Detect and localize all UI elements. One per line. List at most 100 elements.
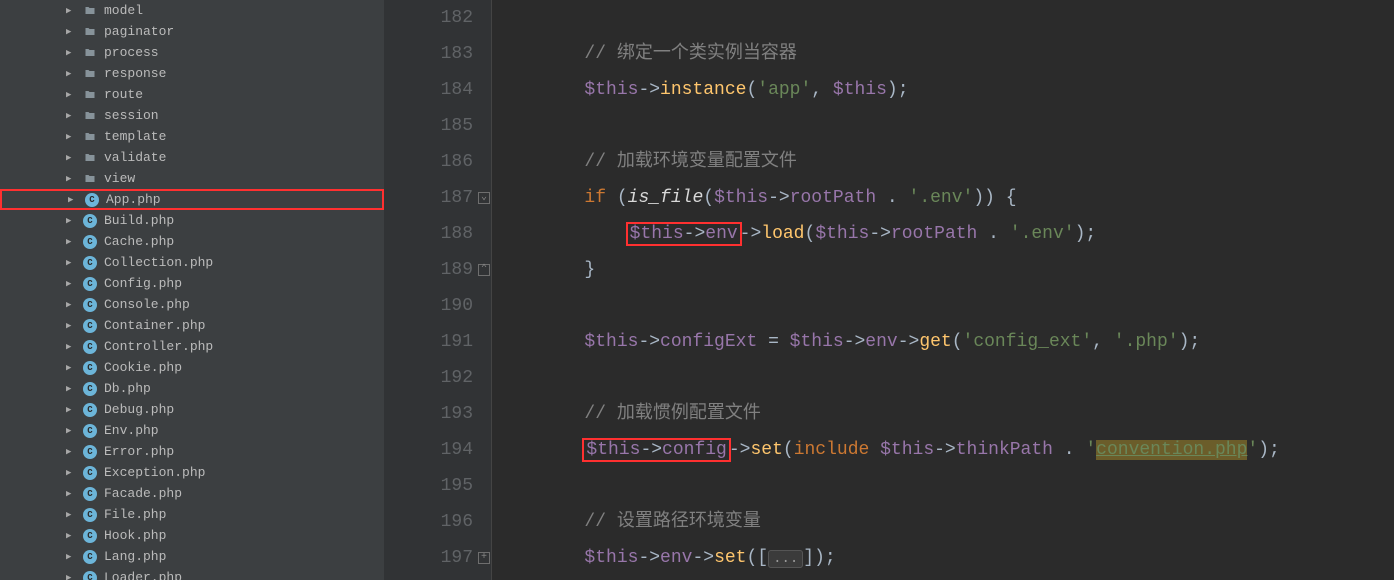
code-token: -> (869, 224, 891, 244)
tree-item-config-php[interactable]: ▶CConfig.php (0, 273, 384, 294)
code-line[interactable] (498, 468, 1394, 504)
tree-item-cache-php[interactable]: ▶CCache.php (0, 231, 384, 252)
line-number[interactable]: 195 (384, 468, 473, 504)
expand-arrow-icon[interactable]: ▶ (66, 321, 76, 331)
expand-arrow-icon[interactable]: ▶ (66, 27, 76, 37)
tree-item-exception-php[interactable]: ▶CException.php (0, 462, 384, 483)
expand-arrow-icon[interactable]: ▶ (66, 69, 76, 79)
code-area[interactable]: // 绑定一个类实例当容器 $this->instance('app', $th… (492, 0, 1394, 580)
tree-item-loader-php[interactable]: ▶CLoader.php (0, 567, 384, 580)
tree-item-validate[interactable]: ▶validate (0, 147, 384, 168)
expand-arrow-icon[interactable]: ▶ (66, 48, 76, 58)
fold-plus-icon[interactable]: + (478, 552, 490, 564)
expand-arrow-icon[interactable]: ▶ (66, 111, 76, 121)
code-line[interactable]: $this->env->load($this->rootPath . '.env… (498, 216, 1394, 252)
expand-arrow-icon[interactable]: ▶ (66, 489, 76, 499)
expand-arrow-icon[interactable]: ▶ (66, 132, 76, 142)
code-line[interactable]: $this->configExt = $this->env->get('conf… (498, 324, 1394, 360)
line-number[interactable]: 193 (384, 396, 473, 432)
tree-item-console-php[interactable]: ▶CConsole.php (0, 294, 384, 315)
tree-item-process[interactable]: ▶process (0, 42, 384, 63)
code-line[interactable] (498, 288, 1394, 324)
expand-arrow-icon[interactable]: ▶ (66, 468, 76, 478)
code-line[interactable]: } (498, 252, 1394, 288)
line-number[interactable]: 192 (384, 360, 473, 396)
code-line[interactable]: $this->config->set(include $this->thinkP… (498, 432, 1394, 468)
expand-arrow-icon[interactable]: ▶ (66, 6, 76, 16)
expand-arrow-icon[interactable]: ▶ (66, 573, 76, 580)
expand-arrow-icon[interactable]: ▶ (66, 510, 76, 520)
line-number[interactable]: 190 (384, 288, 473, 324)
tree-item-env-php[interactable]: ▶CEnv.php (0, 420, 384, 441)
expand-arrow-icon[interactable]: ▶ (66, 552, 76, 562)
tree-item-route[interactable]: ▶route (0, 84, 384, 105)
expand-arrow-icon[interactable]: ▶ (66, 447, 76, 457)
expand-arrow-icon[interactable]: ▶ (66, 342, 76, 352)
code-line[interactable]: $this->env->set([...]); (498, 540, 1394, 576)
line-number[interactable]: 182 (384, 0, 473, 36)
tree-item-facade-php[interactable]: ▶CFacade.php (0, 483, 384, 504)
line-number[interactable]: 196 (384, 504, 473, 540)
expand-arrow-icon[interactable]: ▶ (66, 258, 76, 268)
project-tree-sidebar[interactable]: ▶model▶paginator▶process▶response▶route▶… (0, 0, 384, 580)
code-line[interactable]: // 设置路径环境变量 (498, 504, 1394, 540)
expand-arrow-icon[interactable]: ▶ (66, 300, 76, 310)
line-number[interactable]: 185 (384, 108, 473, 144)
expand-arrow-icon[interactable]: ▶ (66, 216, 76, 226)
tree-item-debug-php[interactable]: ▶CDebug.php (0, 399, 384, 420)
code-line[interactable]: // 加载惯例配置文件 (498, 396, 1394, 432)
tree-item-view[interactable]: ▶view (0, 168, 384, 189)
fold-bottom-icon[interactable]: ⌃ (478, 264, 490, 276)
tree-item-error-php[interactable]: ▶CError.php (0, 441, 384, 462)
tree-item-lang-php[interactable]: ▶CLang.php (0, 546, 384, 567)
expand-arrow-icon[interactable]: ▶ (66, 237, 76, 247)
line-number[interactable]: 184 (384, 72, 473, 108)
tree-item-db-php[interactable]: ▶CDb.php (0, 378, 384, 399)
line-number[interactable]: 189 (384, 252, 473, 288)
tree-item-response[interactable]: ▶response (0, 63, 384, 84)
code-line[interactable]: // 加载环境变量配置文件 (498, 144, 1394, 180)
folded-code-placeholder[interactable]: ... (768, 550, 803, 568)
line-number[interactable]: 186 (384, 144, 473, 180)
expand-arrow-icon[interactable]: ▶ (66, 174, 76, 184)
expand-arrow-icon[interactable]: ▶ (66, 384, 76, 394)
code-token: // 设置路径环境变量 (584, 512, 760, 532)
line-number[interactable]: 194 (384, 432, 473, 468)
tree-item-model[interactable]: ▶ model (0, 0, 384, 21)
code-line[interactable] (498, 0, 1394, 36)
line-number[interactable]: 183 (384, 36, 473, 72)
code-editor[interactable]: 1821831841851861871881891901911921931941… (384, 0, 1394, 580)
line-number-gutter[interactable]: 1821831841851861871881891901911921931941… (384, 0, 492, 580)
expand-arrow-icon[interactable]: ▶ (66, 153, 76, 163)
expand-arrow-icon[interactable]: ▶ (66, 426, 76, 436)
expand-arrow-icon[interactable]: ▶ (66, 90, 76, 100)
code-line[interactable]: if (is_file($this->rootPath . '.env')) { (498, 180, 1394, 216)
tree-item-template[interactable]: ▶template (0, 126, 384, 147)
tree-item-hook-php[interactable]: ▶CHook.php (0, 525, 384, 546)
tree-item-label: model (104, 3, 143, 18)
code-line[interactable]: // 绑定一个类实例当容器 (498, 36, 1394, 72)
code-line[interactable] (498, 108, 1394, 144)
line-number[interactable]: 188 (384, 216, 473, 252)
tree-item-paginator[interactable]: ▶paginator (0, 21, 384, 42)
line-number[interactable]: 197 (384, 540, 473, 576)
expand-arrow-icon[interactable]: ▶ (66, 405, 76, 415)
tree-item-cookie-php[interactable]: ▶CCookie.php (0, 357, 384, 378)
code-line[interactable] (498, 360, 1394, 396)
expand-arrow-icon[interactable]: ▶ (66, 279, 76, 289)
tree-item-build-php[interactable]: ▶CBuild.php (0, 210, 384, 231)
expand-arrow-icon[interactable]: ▶ (68, 195, 78, 205)
line-number[interactable]: 187 (384, 180, 473, 216)
tree-item-session[interactable]: ▶session (0, 105, 384, 126)
code-token: ]); (803, 548, 835, 568)
tree-item-app-php[interactable]: ▶CApp.php (0, 189, 384, 210)
tree-item-container-php[interactable]: ▶CContainer.php (0, 315, 384, 336)
tree-item-controller-php[interactable]: ▶CController.php (0, 336, 384, 357)
line-number[interactable]: 191 (384, 324, 473, 360)
fold-top-icon[interactable]: ⌄ (478, 192, 490, 204)
expand-arrow-icon[interactable]: ▶ (66, 531, 76, 541)
expand-arrow-icon[interactable]: ▶ (66, 363, 76, 373)
tree-item-collection-php[interactable]: ▶CCollection.php (0, 252, 384, 273)
code-line[interactable]: $this->instance('app', $this); (498, 72, 1394, 108)
tree-item-file-php[interactable]: ▶CFile.php (0, 504, 384, 525)
